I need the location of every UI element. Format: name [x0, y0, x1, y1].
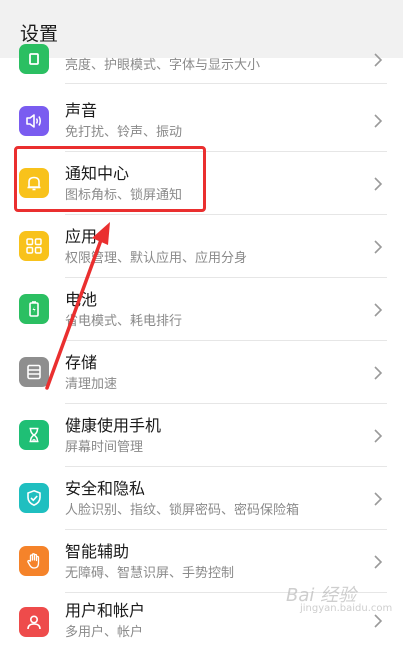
annotation-arrow [45, 222, 110, 390]
watermark-url: jingyan.baidu.com [300, 603, 393, 614]
